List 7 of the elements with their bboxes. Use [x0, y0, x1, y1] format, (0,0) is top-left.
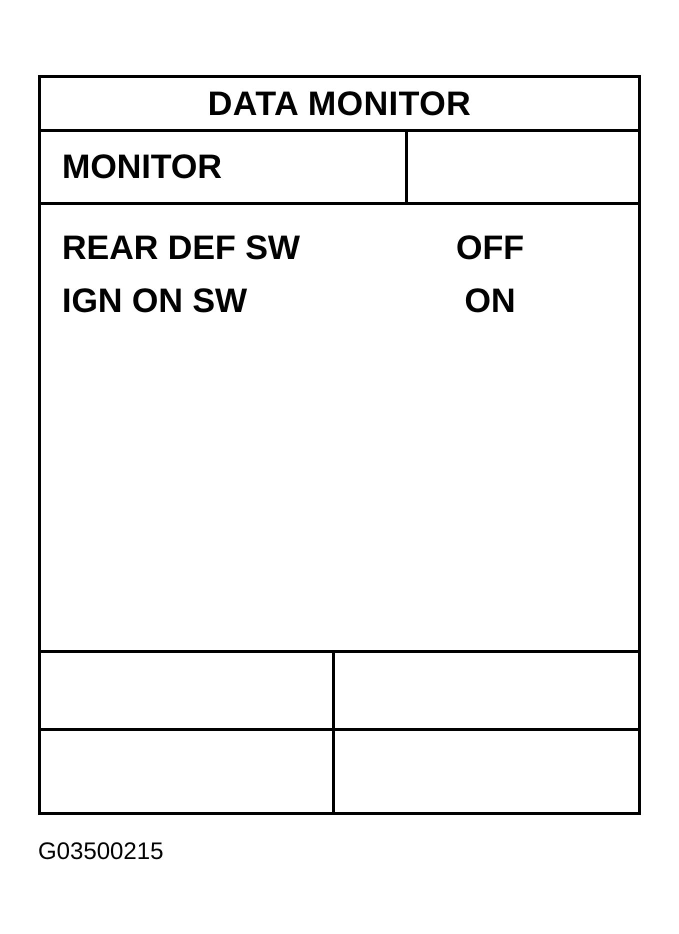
- figure-code: G03500215: [38, 838, 164, 865]
- monitor-item-value: ON: [464, 281, 516, 321]
- screen-title: DATA MONITOR: [208, 86, 472, 120]
- monitor-item-label: REAR DEF SW: [62, 228, 300, 268]
- column-header: MONITOR: [62, 150, 222, 184]
- monitor-item-value: OFF: [456, 228, 524, 268]
- monitor-item-label: IGN ON SW: [62, 281, 248, 321]
